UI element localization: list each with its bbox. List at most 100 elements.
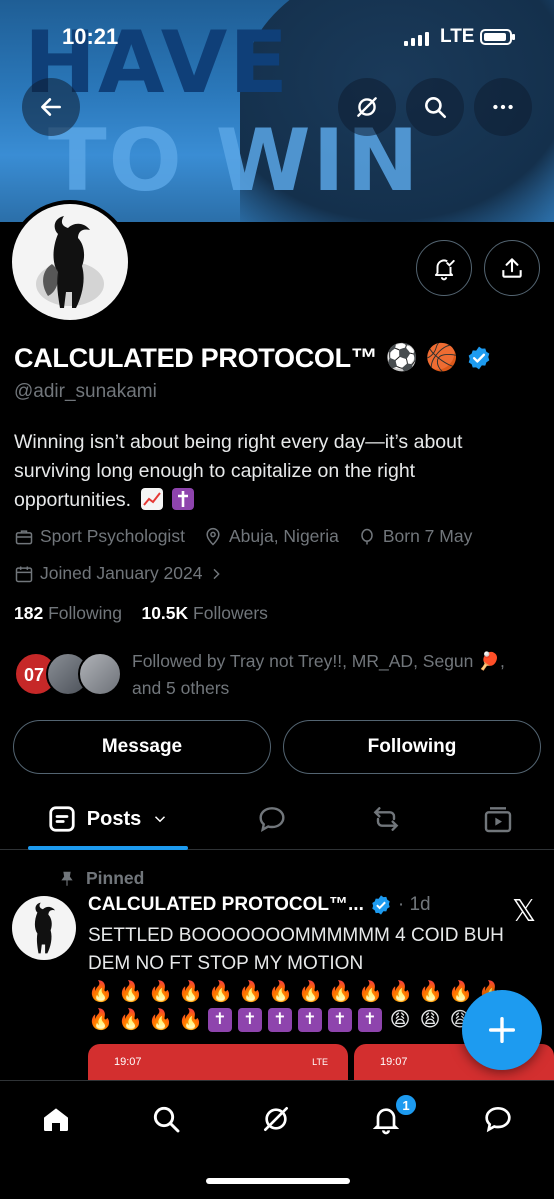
profile-bio: Winning isn’t about being right every da…: [14, 428, 534, 515]
followed-by-text[interactable]: Followed by Tray not Trey!!, MR_AD, Segu…: [132, 648, 532, 702]
jersey-number: 07: [24, 665, 45, 685]
nav-grok[interactable]: [256, 1099, 296, 1139]
tab-posts[interactable]: Posts: [28, 790, 188, 848]
status-bar: 10:21 LTE: [0, 22, 554, 52]
profession: Sport Psychologist: [14, 526, 185, 547]
latin-cross-icon: ✝: [268, 1008, 292, 1032]
calendar-icon: [15, 566, 33, 582]
more-options-button[interactable]: [474, 78, 532, 136]
fire-icon: 🔥: [118, 981, 143, 1003]
weary-face-icon: 😩: [389, 1009, 411, 1031]
profession-label: Sport Psychologist: [40, 526, 185, 546]
nav-messages[interactable]: [478, 1099, 518, 1139]
signal-icon: [404, 32, 429, 46]
share-button[interactable]: [484, 240, 540, 296]
media-time: 19:07: [114, 1056, 142, 1068]
post-text: SETTLED BOOOOOOOMMMMMM 4 COID BUH DEM NO…: [88, 925, 504, 974]
location-label: Abuja, Nigeria: [228, 526, 339, 546]
profile-meta-row-2[interactable]: Joined January 2024: [14, 563, 242, 584]
grok-button[interactable]: [338, 78, 396, 136]
fire-icon: 🔥: [418, 981, 443, 1003]
media-time: 19:07: [380, 1056, 408, 1068]
home-icon: [44, 1108, 68, 1131]
birthday-label: Born 7 May: [382, 526, 473, 546]
tab-posts-label: Posts: [86, 807, 142, 830]
profile-name-row: CALCULATED PROTOCOL™ ⚽ 🏀: [14, 340, 492, 376]
notifications-badge: 1: [394, 1093, 418, 1117]
tab-replies[interactable]: [250, 790, 294, 848]
avatar-image: [12, 204, 128, 320]
search-icon: [153, 1106, 180, 1133]
post-author-name[interactable]: CALCULATED PROTOCOL™...: [88, 894, 364, 916]
following-label: Following: [48, 603, 123, 623]
profile-avatar[interactable]: [8, 200, 132, 324]
tab-active-indicator: [28, 846, 188, 850]
notify-toggle-button[interactable]: [416, 240, 472, 296]
repost-icon: [373, 807, 399, 831]
fire-icon: 🔥: [328, 981, 353, 1003]
joined-date[interactable]: Joined January 2024: [14, 563, 224, 584]
joined-label: Joined January 2024: [40, 563, 203, 583]
search-button[interactable]: [406, 78, 464, 136]
fire-icon: 🔥: [358, 981, 383, 1003]
pinned-indicator: Pinned: [58, 868, 144, 889]
fire-icon: 🔥: [448, 981, 473, 1003]
followers-link[interactable]: 10.5K Followers: [141, 603, 267, 623]
tab-reposts[interactable]: [364, 790, 408, 848]
post-date: · 1d: [397, 894, 431, 915]
briefcase-icon: [15, 529, 33, 544]
balloon-icon: [361, 528, 373, 544]
search-icon: [425, 97, 447, 119]
following-link[interactable]: 182 Following: [14, 603, 122, 623]
fire-icon: 🔥: [148, 1009, 173, 1031]
location: Abuja, Nigeria: [203, 526, 339, 547]
grok-icon: [264, 1107, 288, 1131]
plus-icon: [488, 1016, 516, 1044]
post-media-1[interactable]: 19:07 LTE: [88, 1044, 348, 1084]
fire-icon: 🔥: [88, 981, 113, 1003]
verified-badge-icon[interactable]: [466, 345, 492, 371]
followed-by-avatars[interactable]: 07: [14, 652, 124, 698]
compose-post-button[interactable]: [462, 990, 542, 1070]
share-icon: [502, 258, 522, 278]
bell-check-icon: [434, 259, 455, 281]
nav-home[interactable]: [36, 1099, 76, 1139]
latin-cross-icon: [171, 488, 194, 510]
post-emoji-row-1: 🔥🔥🔥🔥🔥🔥🔥🔥🔥🔥🔥🔥🔥🔥: [88, 980, 503, 1004]
fire-icon: 🔥: [88, 1009, 113, 1031]
battery-icon: [480, 29, 515, 45]
followers-count: 10.5K: [141, 603, 189, 623]
fire-icon: 🔥: [298, 981, 323, 1003]
follower-avatar-3: [78, 652, 122, 696]
back-button[interactable]: [22, 78, 80, 136]
message-button[interactable]: Message: [13, 720, 271, 774]
profile-tabs: Posts: [0, 790, 554, 850]
post-author-avatar[interactable]: [12, 896, 76, 960]
follow-counts: 182 Following 10.5K Followers: [14, 603, 268, 624]
tab-media[interactable]: [476, 790, 520, 848]
location-pin-icon: [206, 527, 220, 546]
verified-badge-icon: [372, 895, 390, 915]
grok-icon: [357, 97, 377, 117]
nav-search[interactable]: [146, 1099, 186, 1139]
network-label: LTE: [440, 26, 475, 47]
latin-cross-icon: ✝: [238, 1008, 262, 1032]
birthday: Born 7 May: [357, 526, 472, 547]
chart-increasing-icon: [140, 488, 163, 510]
more-horizontal-icon: [493, 104, 513, 110]
latin-cross-icon: ✝: [208, 1008, 232, 1032]
fire-icon: 🔥: [148, 981, 173, 1003]
chevron-down-icon: [155, 816, 166, 823]
following-button[interactable]: Following: [283, 720, 541, 774]
soccer-ball-icon: ⚽: [385, 343, 418, 373]
arrow-left-icon: [41, 98, 61, 116]
posts-icon: [49, 806, 75, 832]
latin-cross-icon: ✝: [298, 1008, 322, 1032]
pin-icon: [61, 871, 73, 886]
goat-silhouette-icon: [36, 216, 104, 308]
goat-silhouette-icon: [34, 902, 56, 954]
following-count: 182: [14, 603, 44, 623]
fire-icon: 🔥: [118, 1009, 143, 1031]
fire-icon: 🔥: [238, 981, 263, 1003]
fire-icon: 🔥: [268, 981, 293, 1003]
